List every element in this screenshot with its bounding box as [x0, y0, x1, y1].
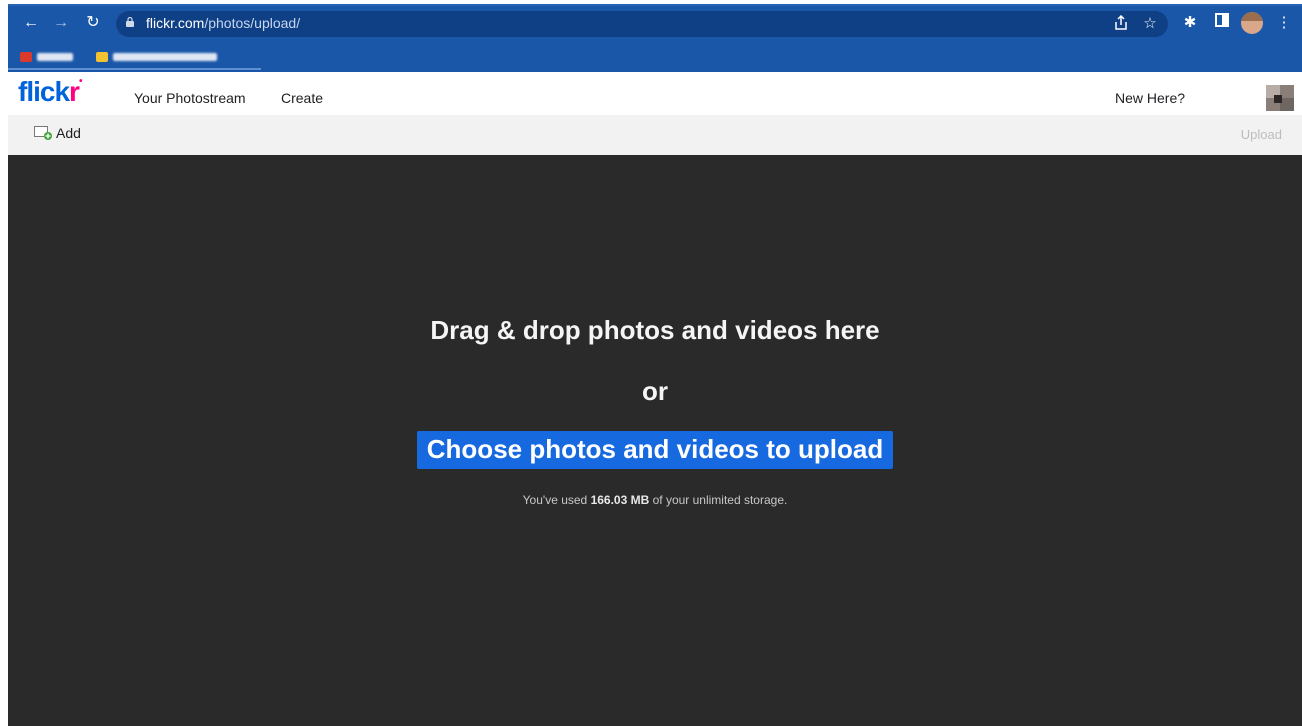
drag-drop-heading: Drag & drop photos and videos here [430, 315, 880, 345]
address-bar[interactable]: flickr.com/photos/upload/ ☆ [116, 11, 1168, 37]
nav-your-photostream[interactable]: Your Photostream [134, 90, 246, 106]
url-path: /photos/upload/ [204, 15, 301, 31]
nav-create[interactable]: Create [281, 90, 323, 106]
storage-amount: 166.03 MB [590, 493, 650, 507]
active-indicator [8, 68, 261, 70]
logo-text-pink: r [69, 76, 80, 107]
profile-avatar[interactable] [1241, 12, 1263, 34]
choose-files-button[interactable]: Choose photos and videos to upload [416, 431, 894, 469]
url-host: flickr.com [146, 15, 205, 31]
kebab-menu-icon[interactable]: ⋮ [1274, 13, 1294, 33]
puzzle-icon[interactable]: ✱ [1180, 13, 1200, 33]
flickr-logo[interactable]: flickr• [18, 76, 82, 108]
storage-usage-text: You've used 166.03 MB of your unlimited … [8, 493, 1302, 507]
reload-icon[interactable]: ↻ [83, 13, 103, 33]
logo-dot: • [78, 76, 82, 87]
add-label: Add [56, 125, 81, 141]
arrow-right-icon[interactable]: → [51, 13, 71, 33]
browser-toolbar: ← → ↻ flickr.com/photos/upload/ ☆ ✱ ⋮ [8, 4, 1302, 72]
add-button[interactable]: Add [34, 125, 81, 141]
bookmark-label-blurred [37, 53, 73, 61]
or-separator: or [642, 376, 668, 406]
share-icon[interactable] [1112, 14, 1130, 33]
url-text: flickr.com/photos/upload/ [146, 15, 300, 31]
add-photo-icon [34, 126, 52, 140]
site-header: flickr• Your Photostream Create New Here… [8, 72, 1302, 116]
bookmark-item[interactable] [20, 50, 73, 64]
folder-icon [96, 52, 108, 62]
bookmark-folder[interactable] [96, 50, 217, 64]
user-avatar[interactable] [1266, 85, 1294, 111]
new-here-link[interactable]: New Here? [1115, 90, 1185, 106]
upload-toolbar: Add Upload [8, 115, 1302, 155]
upload-button[interactable]: Upload [1241, 127, 1282, 142]
sidepanel-icon[interactable] [1212, 13, 1232, 33]
choose-button-wrap: Choose photos and videos to upload [8, 431, 1302, 469]
drop-zone[interactable]: Drag & drop photos and videos here or Ch… [8, 155, 1302, 726]
logo-text-blue: flick [18, 76, 70, 107]
lock-icon [126, 17, 134, 27]
bookmark-label-blurred [113, 53, 217, 61]
star-icon[interactable]: ☆ [1141, 15, 1159, 33]
mail-icon [20, 52, 32, 62]
arrow-left-icon[interactable]: ← [21, 13, 41, 33]
storage-prefix: You've used [522, 493, 591, 507]
tab-strip-edge [8, 4, 1302, 6]
storage-suffix: of your unlimited storage. [649, 493, 788, 507]
